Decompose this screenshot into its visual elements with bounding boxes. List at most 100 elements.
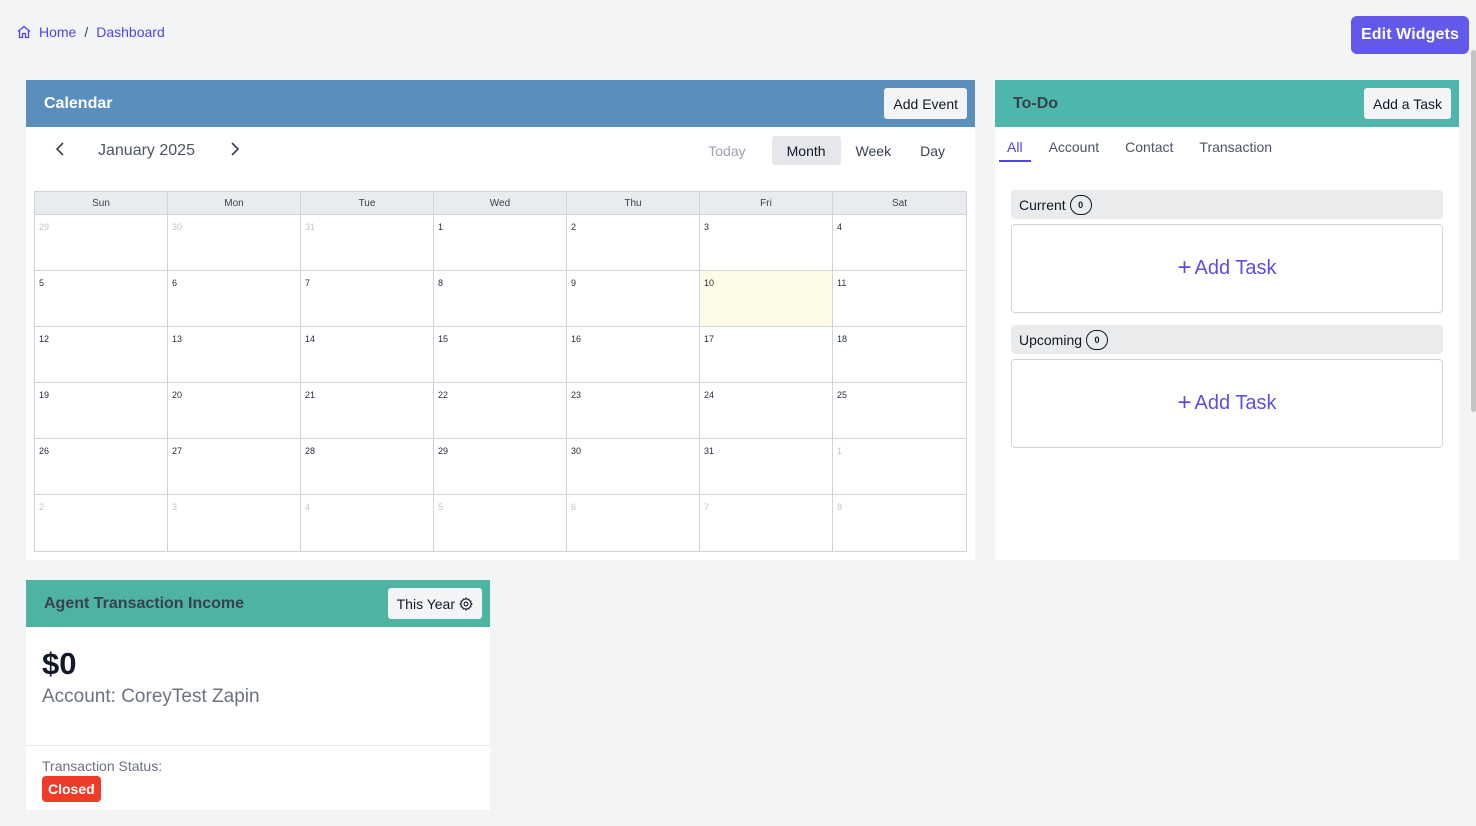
task-group-current: Current 0 + Add Task (1011, 190, 1443, 313)
task-group-label: Upcoming (1019, 331, 1083, 348)
task-group-upcoming: Upcoming 0 + Add Task (1011, 325, 1443, 448)
add-a-task-button[interactable]: Add a Task (1363, 88, 1451, 119)
calendar-day[interactable]: 7 (700, 495, 833, 551)
calendar-day[interactable]: 1 (833, 439, 966, 495)
calendar-day[interactable]: 8 (434, 271, 567, 327)
status-badge: Closed (42, 776, 101, 802)
edit-widgets-button[interactable]: Edit Widgets (1351, 16, 1469, 54)
todo-tabs: All Account Contact Transaction (999, 136, 1290, 162)
chevron-right-icon[interactable] (227, 141, 243, 157)
task-group-header: Upcoming 0 (1011, 325, 1443, 354)
calendar-day[interactable]: 2 (567, 215, 700, 271)
count-badge: 0 (1069, 194, 1092, 215)
period-filter-button[interactable]: This Year (387, 588, 482, 619)
calendar-day[interactable]: 5 (35, 271, 168, 327)
day-view-button[interactable]: Day (906, 136, 959, 165)
calendar-day[interactable]: 29 (434, 439, 567, 495)
add-event-button[interactable]: Add Event (884, 88, 967, 119)
count-badge: 0 (1086, 329, 1109, 350)
transaction-status-label: Transaction Status: (42, 758, 163, 774)
calendar-day[interactable]: 6 (567, 495, 700, 551)
calendar-day[interactable]: 7 (301, 271, 434, 327)
calendar-header: Calendar Add Event (26, 80, 975, 127)
calendar-day[interactable]: 6 (168, 271, 301, 327)
income-title: Agent Transaction Income (44, 594, 245, 612)
add-task-upcoming-button[interactable]: + Add Task (1011, 359, 1443, 448)
income-header: Agent Transaction Income This Year (26, 580, 490, 627)
task-group-header: Current 0 (1011, 190, 1443, 219)
calendar-widget: Calendar Add Event January 2025 Today Mo… (26, 80, 975, 560)
calendar-day[interactable]: 2 (35, 495, 168, 551)
month-label: January 2025 (98, 142, 195, 159)
calendar-day[interactable]: 23 (567, 383, 700, 439)
home-icon[interactable] (16, 24, 32, 40)
agent-income-widget: Agent Transaction Income This Year $0 Ac… (26, 580, 490, 810)
calendar-day[interactable]: 16 (567, 327, 700, 383)
weekday-header-tue: Tue (301, 192, 434, 215)
calendar-day[interactable]: 3 (700, 215, 833, 271)
calendar-day[interactable]: 21 (301, 383, 434, 439)
period-label: This Year (396, 595, 455, 612)
calendar-title: Calendar (44, 94, 113, 112)
calendar-day[interactable]: 26 (35, 439, 168, 495)
week-view-button[interactable]: Week (841, 136, 907, 165)
weekday-header-wed: Wed (434, 192, 567, 215)
calendar-day[interactable]: 19 (35, 383, 168, 439)
tab-account[interactable]: Account (1041, 136, 1108, 162)
income-amount: $0 (42, 646, 77, 681)
calendar-day[interactable]: 11 (833, 271, 966, 327)
calendar-day[interactable]: 29 (35, 215, 168, 271)
tab-transaction[interactable]: Transaction (1191, 136, 1280, 162)
calendar-toolbar: January 2025 Today Month Week Day (26, 127, 975, 175)
account-name: Account: CoreyTest Zapin (42, 686, 260, 707)
breadcrumb-home-link[interactable]: Home (39, 24, 76, 40)
todo-header: To-Do Add a Task (995, 80, 1459, 127)
breadcrumb: Home / Dashboard (16, 24, 165, 40)
calendar-day[interactable]: 31 (700, 439, 833, 495)
task-group-label: Current (1019, 196, 1066, 213)
calendar-day[interactable]: 31 (301, 215, 434, 271)
calendar-day[interactable]: 9 (567, 271, 700, 327)
calendar-day[interactable]: 5 (434, 495, 567, 551)
tab-all[interactable]: All (999, 136, 1031, 162)
calendar-day[interactable]: 8 (833, 495, 966, 551)
weekday-header-thu: Thu (567, 192, 700, 215)
view-switcher: Today Month Week Day (694, 136, 959, 165)
calendar-day[interactable]: 28 (301, 439, 434, 495)
calendar-day[interactable]: 30 (567, 439, 700, 495)
breadcrumb-separator: / (84, 24, 89, 40)
calendar-day[interactable]: 24 (700, 383, 833, 439)
calendar-day[interactable]: 30 (168, 215, 301, 271)
calendar-day[interactable]: 20 (168, 383, 301, 439)
calendar-day[interactable]: 13 (168, 327, 301, 383)
calendar-grid: Sun Mon Tue Wed Thu Fri Sat 29 30 31 1 2 3 4 5 6 7 8 9 10 11… (34, 191, 967, 552)
calendar-day[interactable]: 1 (434, 215, 567, 271)
calendar-day[interactable]: 27 (168, 439, 301, 495)
calendar-day[interactable]: 15 (434, 327, 567, 383)
tab-contact[interactable]: Contact (1117, 136, 1181, 162)
calendar-day[interactable]: 17 (700, 327, 833, 383)
chevron-left-icon[interactable] (52, 141, 68, 157)
calendar-day[interactable]: 4 (301, 495, 434, 551)
calendar-day[interactable]: 3 (168, 495, 301, 551)
calendar-day[interactable]: 12 (35, 327, 168, 383)
calendar-day-today[interactable]: 10 (700, 271, 833, 327)
divider (26, 745, 490, 746)
month-view-button[interactable]: Month (771, 136, 841, 165)
plus-icon: + (1177, 388, 1192, 416)
weekday-header-sun: Sun (35, 192, 168, 215)
add-task-current-button[interactable]: + Add Task (1011, 224, 1443, 313)
breadcrumb-current[interactable]: Dashboard (96, 24, 165, 40)
calendar-day[interactable]: 18 (833, 327, 966, 383)
weekday-header-fri: Fri (700, 192, 833, 215)
weekday-header-mon: Mon (168, 192, 301, 215)
calendar-day[interactable]: 25 (833, 383, 966, 439)
todo-title: To-Do (1013, 94, 1059, 112)
page-scrollbar[interactable] (1471, 50, 1476, 412)
calendar-day[interactable]: 14 (301, 327, 434, 383)
plus-icon: + (1177, 253, 1192, 281)
calendar-day[interactable]: 22 (434, 383, 567, 439)
calendar-day[interactable]: 4 (833, 215, 966, 271)
today-button[interactable]: Today (694, 136, 759, 165)
weekday-header-sat: Sat (833, 192, 966, 215)
